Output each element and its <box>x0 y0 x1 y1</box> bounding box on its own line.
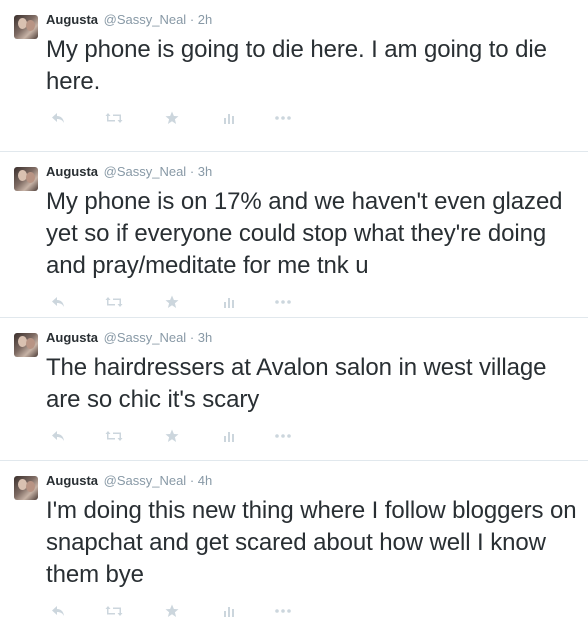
tweet-actions <box>46 418 578 458</box>
user-name[interactable]: Augusta <box>46 473 98 488</box>
reply-button[interactable] <box>50 426 66 446</box>
stats-button[interactable] <box>222 601 236 621</box>
favorite-icon <box>165 111 179 124</box>
favorite-icon <box>165 295 179 308</box>
timestamp[interactable]: 2h <box>198 12 212 27</box>
tweet-header: Augusta @Sassy_Neal · 3h <box>46 164 578 180</box>
tweet-text: My phone is going to die here. I am goin… <box>46 36 547 95</box>
stats-icon <box>224 432 234 442</box>
timestamp[interactable]: 4h <box>198 473 212 488</box>
separator-dot: · <box>189 12 195 27</box>
separator-dot: · <box>189 473 195 488</box>
tweet-actions <box>46 100 578 140</box>
more-button[interactable] <box>274 426 292 446</box>
tweet-item[interactable]: Augusta @Sassy_Neal · 4h I'm doing this … <box>0 461 588 629</box>
more-button[interactable] <box>274 601 292 621</box>
tweet-header: Augusta @Sassy_Neal · 3h <box>46 330 578 346</box>
reply-icon <box>52 297 64 307</box>
favorite-icon <box>165 429 179 442</box>
stats-button[interactable] <box>222 108 236 128</box>
tweet-feed: Augusta @Sassy_Neal · 2h My phone is goi… <box>0 0 588 629</box>
favorite-button[interactable] <box>164 108 180 128</box>
tweet-item[interactable]: Augusta @Sassy_Neal · 3h My phone is on … <box>0 152 588 318</box>
stats-icon <box>224 607 234 617</box>
stats-button[interactable] <box>222 292 236 312</box>
more-icon <box>275 434 291 438</box>
retweet-icon <box>105 297 123 307</box>
retweet-button[interactable] <box>104 601 124 621</box>
retweet-button[interactable] <box>104 292 124 312</box>
more-icon <box>275 300 291 304</box>
user-name[interactable]: Augusta <box>46 164 98 179</box>
retweet-button[interactable] <box>104 426 124 446</box>
reply-button[interactable] <box>50 601 66 621</box>
reply-icon <box>52 606 64 616</box>
timestamp[interactable]: 3h <box>198 330 212 345</box>
user-handle[interactable]: @Sassy_Neal <box>104 330 187 345</box>
stats-icon <box>224 114 234 124</box>
reply-icon <box>52 113 64 123</box>
tweet-text: The hairdressers at Avalon salon in west… <box>46 354 547 413</box>
user-handle[interactable]: @Sassy_Neal <box>104 12 187 27</box>
tweet-header: Augusta @Sassy_Neal · 2h <box>46 12 578 28</box>
user-name[interactable]: Augusta <box>46 330 98 345</box>
avatar[interactable] <box>14 476 38 500</box>
timestamp[interactable]: 3h <box>198 164 212 179</box>
more-button[interactable] <box>274 108 292 128</box>
retweet-icon <box>105 606 123 616</box>
user-handle[interactable]: @Sassy_Neal <box>104 164 187 179</box>
more-icon <box>275 116 291 120</box>
tweet-item[interactable]: Augusta @Sassy_Neal · 2h My phone is goi… <box>0 0 588 152</box>
user-name[interactable]: Augusta <box>46 12 98 27</box>
tweet-text: My phone is on 17% and we haven't even g… <box>46 188 563 279</box>
reply-icon <box>52 431 64 441</box>
retweet-button[interactable] <box>104 108 124 128</box>
tweet-actions <box>46 593 578 633</box>
separator-dot: · <box>189 330 195 345</box>
stats-button[interactable] <box>222 426 236 446</box>
avatar[interactable] <box>14 333 38 357</box>
retweet-icon <box>105 431 123 441</box>
avatar[interactable] <box>14 167 38 191</box>
tweet-text: I'm doing this new thing where I follow … <box>46 497 577 588</box>
favorite-icon <box>165 604 179 617</box>
reply-button[interactable] <box>50 108 66 128</box>
avatar[interactable] <box>14 15 38 39</box>
more-button[interactable] <box>274 292 292 312</box>
favorite-button[interactable] <box>164 601 180 621</box>
stats-icon <box>224 298 234 308</box>
favorite-button[interactable] <box>164 426 180 446</box>
retweet-icon <box>105 113 123 123</box>
more-icon <box>275 609 291 613</box>
separator-dot: · <box>189 164 195 179</box>
user-handle[interactable]: @Sassy_Neal <box>104 473 187 488</box>
favorite-button[interactable] <box>164 292 180 312</box>
tweet-item[interactable]: Augusta @Sassy_Neal · 3h The hairdresser… <box>0 318 588 461</box>
tweet-header: Augusta @Sassy_Neal · 4h <box>46 473 578 489</box>
reply-button[interactable] <box>50 292 66 312</box>
